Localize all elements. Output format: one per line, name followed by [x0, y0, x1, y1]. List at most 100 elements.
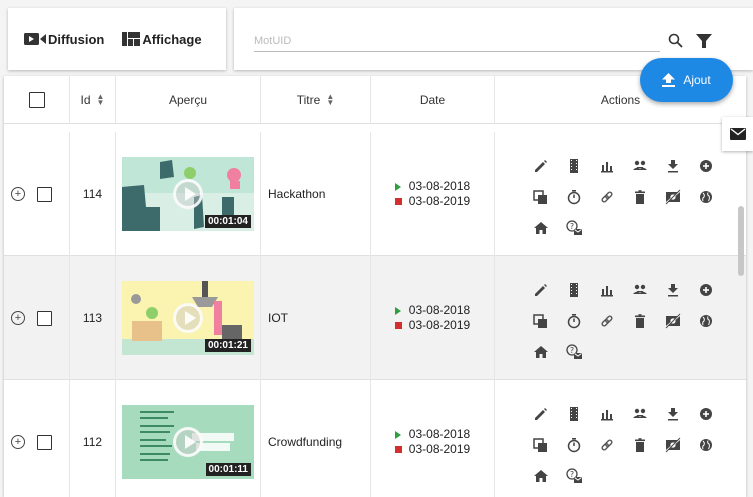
column-titre-label: Titre: [296, 93, 321, 107]
mail-help-button[interactable]: ?: [557, 465, 590, 487]
delete-button[interactable]: [623, 434, 656, 456]
delete-button[interactable]: [623, 310, 656, 332]
actions-cell: ?: [495, 256, 746, 380]
mail-help-button[interactable]: ?: [557, 341, 590, 363]
globe-button[interactable]: [689, 310, 722, 332]
sort-icon: ▲ ▼: [326, 92, 335, 107]
share-users-button[interactable]: [623, 279, 656, 301]
no-preview-button[interactable]: [656, 434, 689, 456]
timer-button[interactable]: [557, 310, 590, 332]
copy-button[interactable]: [524, 186, 557, 208]
home-button[interactable]: [524, 465, 557, 487]
scrollbar-thumb[interactable]: [738, 206, 744, 276]
actions-grid: ?: [524, 398, 724, 491]
expand-icon[interactable]: +: [11, 187, 25, 201]
globe-button[interactable]: [689, 186, 722, 208]
table-row[interactable]: +114 00:01:04 Hackathon 03-08-2018 03-08-201…: [4, 132, 746, 256]
home-icon: [533, 469, 548, 482]
chart-button[interactable]: [590, 279, 623, 301]
video-duration: 00:01:11: [205, 463, 251, 476]
add-circle-button[interactable]: [689, 279, 722, 301]
row-checkbox[interactable]: [37, 310, 52, 326]
delete-button[interactable]: [623, 186, 656, 208]
end-date: 03-08-2019: [408, 318, 471, 332]
film-icon: [569, 282, 578, 297]
title-cell: IOT: [261, 256, 371, 380]
chart-icon: [600, 285, 613, 296]
timer-button[interactable]: [557, 434, 590, 456]
end-date-marker: [394, 322, 402, 329]
chart-button[interactable]: [590, 403, 623, 425]
copy-icon: [532, 189, 547, 204]
play-icon[interactable]: [173, 427, 203, 457]
play-icon[interactable]: [173, 303, 203, 333]
link-button[interactable]: [590, 434, 623, 456]
link-button[interactable]: [590, 186, 623, 208]
play-icon[interactable]: [173, 179, 203, 209]
film-button[interactable]: [557, 279, 590, 301]
share-users-button[interactable]: [623, 403, 656, 425]
globe-icon: [699, 190, 712, 203]
mail-help-button[interactable]: ?: [557, 217, 590, 239]
link-icon: [600, 190, 613, 203]
video-thumbnail[interactable]: 00:01:11: [122, 405, 254, 479]
column-apercu-label: Aperçu: [168, 93, 208, 107]
id-cell: 114: [70, 132, 116, 256]
end-date-marker: [394, 446, 402, 453]
row-id: 112: [82, 435, 103, 449]
edit-button[interactable]: [524, 279, 557, 301]
message-tab[interactable]: [722, 117, 753, 151]
video-thumbnail[interactable]: 00:01:04: [122, 157, 254, 231]
diffusion-button[interactable]: Diffusion: [24, 32, 104, 47]
title-cell: Hackathon: [261, 132, 371, 256]
add-button[interactable]: Ajout: [640, 58, 733, 102]
copy-button[interactable]: [524, 434, 557, 456]
film-button[interactable]: [557, 403, 590, 425]
table-row[interactable]: +113 00:01:21 IOT 03-08-2018 03-08-2019?: [4, 256, 746, 380]
start-date-marker: [394, 306, 401, 315]
chart-button[interactable]: [590, 155, 623, 177]
download-button[interactable]: [656, 155, 689, 177]
no-preview-button[interactable]: [656, 310, 689, 332]
download-button[interactable]: [656, 279, 689, 301]
upload-icon: [662, 73, 676, 87]
edit-button[interactable]: [524, 155, 557, 177]
home-button[interactable]: [524, 217, 557, 239]
add-circle-icon: [699, 407, 712, 420]
search-icon[interactable]: [668, 33, 684, 49]
chart-icon: [600, 161, 613, 172]
row-checkbox[interactable]: [37, 186, 52, 202]
home-button[interactable]: [524, 341, 557, 363]
edit-icon: [534, 159, 547, 172]
film-button[interactable]: [557, 155, 590, 177]
download-button[interactable]: [656, 403, 689, 425]
table-row[interactable]: +112 00:01:11 Crowdfunding 03-08-2018 03-08-…: [4, 380, 746, 497]
row-checkbox[interactable]: [37, 434, 52, 450]
share-users-icon: [632, 284, 647, 294]
actions-row: ?: [524, 336, 724, 367]
column-id[interactable]: Id ▲ ▼: [70, 76, 116, 124]
edit-button[interactable]: [524, 403, 557, 425]
search-input[interactable]: [254, 30, 660, 52]
add-circle-button[interactable]: [689, 403, 722, 425]
link-button[interactable]: [590, 310, 623, 332]
download-icon: [667, 159, 678, 172]
add-circle-button[interactable]: [689, 155, 722, 177]
no-preview-button[interactable]: [656, 186, 689, 208]
share-users-button[interactable]: [623, 155, 656, 177]
date-cell: 03-08-2018 03-08-2019: [371, 256, 495, 380]
expand-icon[interactable]: +: [11, 311, 25, 325]
filter-icon[interactable]: [696, 33, 712, 49]
affichage-button[interactable]: Affichage: [122, 32, 202, 47]
timer-button[interactable]: [557, 186, 590, 208]
video-thumbnail[interactable]: 00:01:21: [122, 281, 254, 355]
row-title: Crowdfunding: [268, 435, 343, 449]
globe-button[interactable]: [689, 434, 722, 456]
end-date: 03-08-2019: [408, 194, 471, 208]
select-all-checkbox[interactable]: [28, 92, 45, 108]
copy-button[interactable]: [524, 310, 557, 332]
expand-icon[interactable]: +: [11, 435, 25, 449]
mail-icon: [729, 128, 746, 140]
timer-icon: [567, 189, 580, 204]
column-titre[interactable]: Titre ▲ ▼: [261, 76, 371, 124]
